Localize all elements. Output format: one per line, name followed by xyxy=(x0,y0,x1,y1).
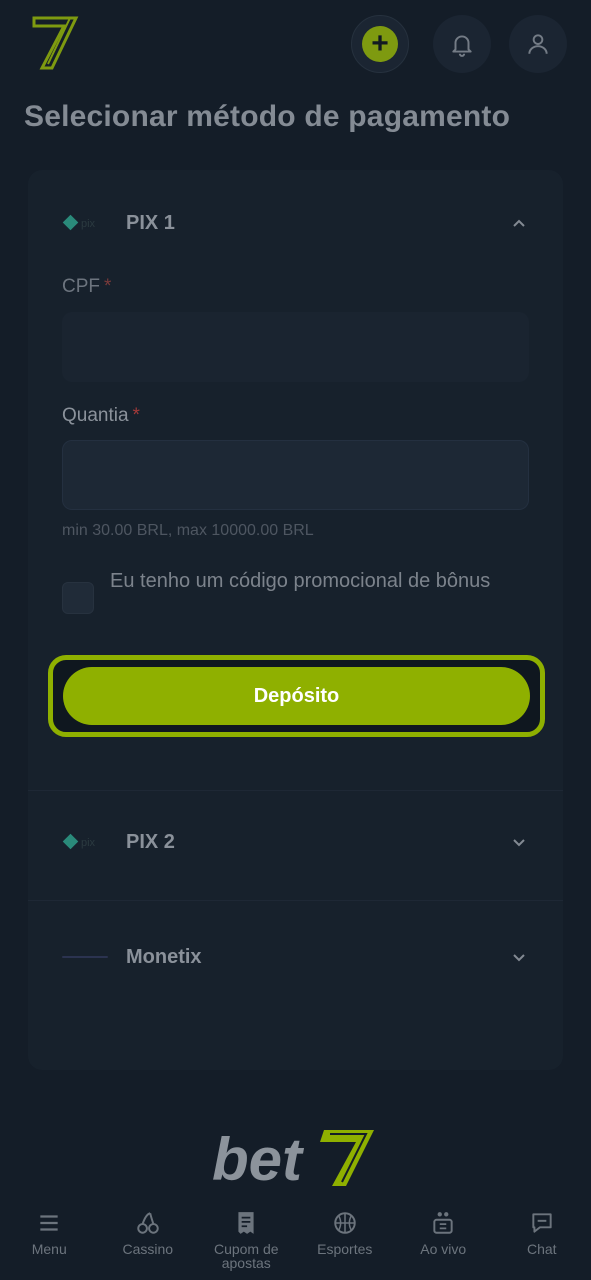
nav-esportes[interactable]: Esportes xyxy=(296,1200,395,1280)
amount-limits-hint: min 30.00 BRL, max 10000.00 BRL xyxy=(62,522,314,539)
notifications-button[interactable] xyxy=(433,15,491,73)
cpf-input[interactable] xyxy=(62,312,529,382)
user-icon xyxy=(528,34,548,54)
amount-label: Quantia * xyxy=(62,405,140,426)
chevron-up-icon xyxy=(513,219,525,227)
plus-icon: + xyxy=(362,26,398,62)
bell-icon xyxy=(452,35,472,57)
deposit-button-highlight: Depósito xyxy=(48,655,545,737)
divider xyxy=(28,900,563,901)
svg-text:bet: bet xyxy=(212,1126,305,1192)
nav-cupom-de-apostas[interactable]: Cupom de apostas xyxy=(197,1200,296,1280)
nav-label: Cupom de apostas xyxy=(213,1241,279,1271)
svg-text:pix: pix xyxy=(81,837,96,849)
pix-logo-icon: pix xyxy=(62,833,108,851)
cpf-label: CPF * xyxy=(62,276,112,297)
nav-label: Cassino xyxy=(122,1241,174,1257)
nav-ao-vivo[interactable]: Ao vivo xyxy=(394,1200,493,1280)
required-mark: * xyxy=(104,276,112,297)
deposit-button[interactable]: Depósito xyxy=(63,667,530,725)
method-pix-2-header[interactable]: pix PIX 2 xyxy=(28,792,563,892)
pix-logo-icon: pix xyxy=(62,214,108,232)
receipt-icon xyxy=(238,1212,254,1234)
basketball-icon xyxy=(334,1212,356,1234)
nav-label: Chat xyxy=(526,1241,557,1257)
svg-text:pix: pix xyxy=(81,218,96,230)
nav-chat[interactable]: Chat xyxy=(493,1200,591,1280)
promo-code-checkbox-label[interactable]: Eu tenho um código promocional de bônus xyxy=(110,565,510,598)
header: + xyxy=(0,0,591,90)
live-icon xyxy=(433,1212,453,1234)
method-name: PIX 1 xyxy=(126,211,175,234)
method-monetix-header[interactable]: Monetix xyxy=(28,907,563,1007)
bet7-logo-icon[interactable] xyxy=(30,14,80,72)
monetix-logo-icon xyxy=(62,948,108,966)
bet7-brand-logo: bet xyxy=(212,1126,374,1192)
nav-label: Menu xyxy=(31,1241,67,1257)
divider xyxy=(28,790,563,791)
chat-icon xyxy=(532,1213,552,1233)
nav-label: Ao vivo xyxy=(420,1241,467,1257)
menu-icon xyxy=(40,1215,58,1231)
chevron-down-icon xyxy=(513,954,525,962)
cherries-icon xyxy=(137,1212,159,1234)
nav-label: Esportes xyxy=(317,1241,373,1257)
page-title: Selecionar método de pagamento xyxy=(24,100,511,133)
amount-input[interactable] xyxy=(62,440,529,510)
profile-button[interactable] xyxy=(509,15,567,73)
chevron-down-icon xyxy=(513,839,525,847)
bottom-navigation: Menu Cassino Cupom de apostas Esportes A… xyxy=(0,1200,591,1280)
method-pix-1-header[interactable]: pix PIX 1 xyxy=(28,173,563,273)
deposit-plus-button[interactable]: + xyxy=(351,15,409,73)
method-name: Monetix xyxy=(126,945,202,968)
nav-cassino[interactable]: Cassino xyxy=(99,1200,198,1280)
required-mark: * xyxy=(132,405,140,426)
method-name: PIX 2 xyxy=(126,830,175,853)
nav-menu[interactable]: Menu xyxy=(0,1200,99,1280)
promo-code-checkbox[interactable] xyxy=(62,582,94,614)
